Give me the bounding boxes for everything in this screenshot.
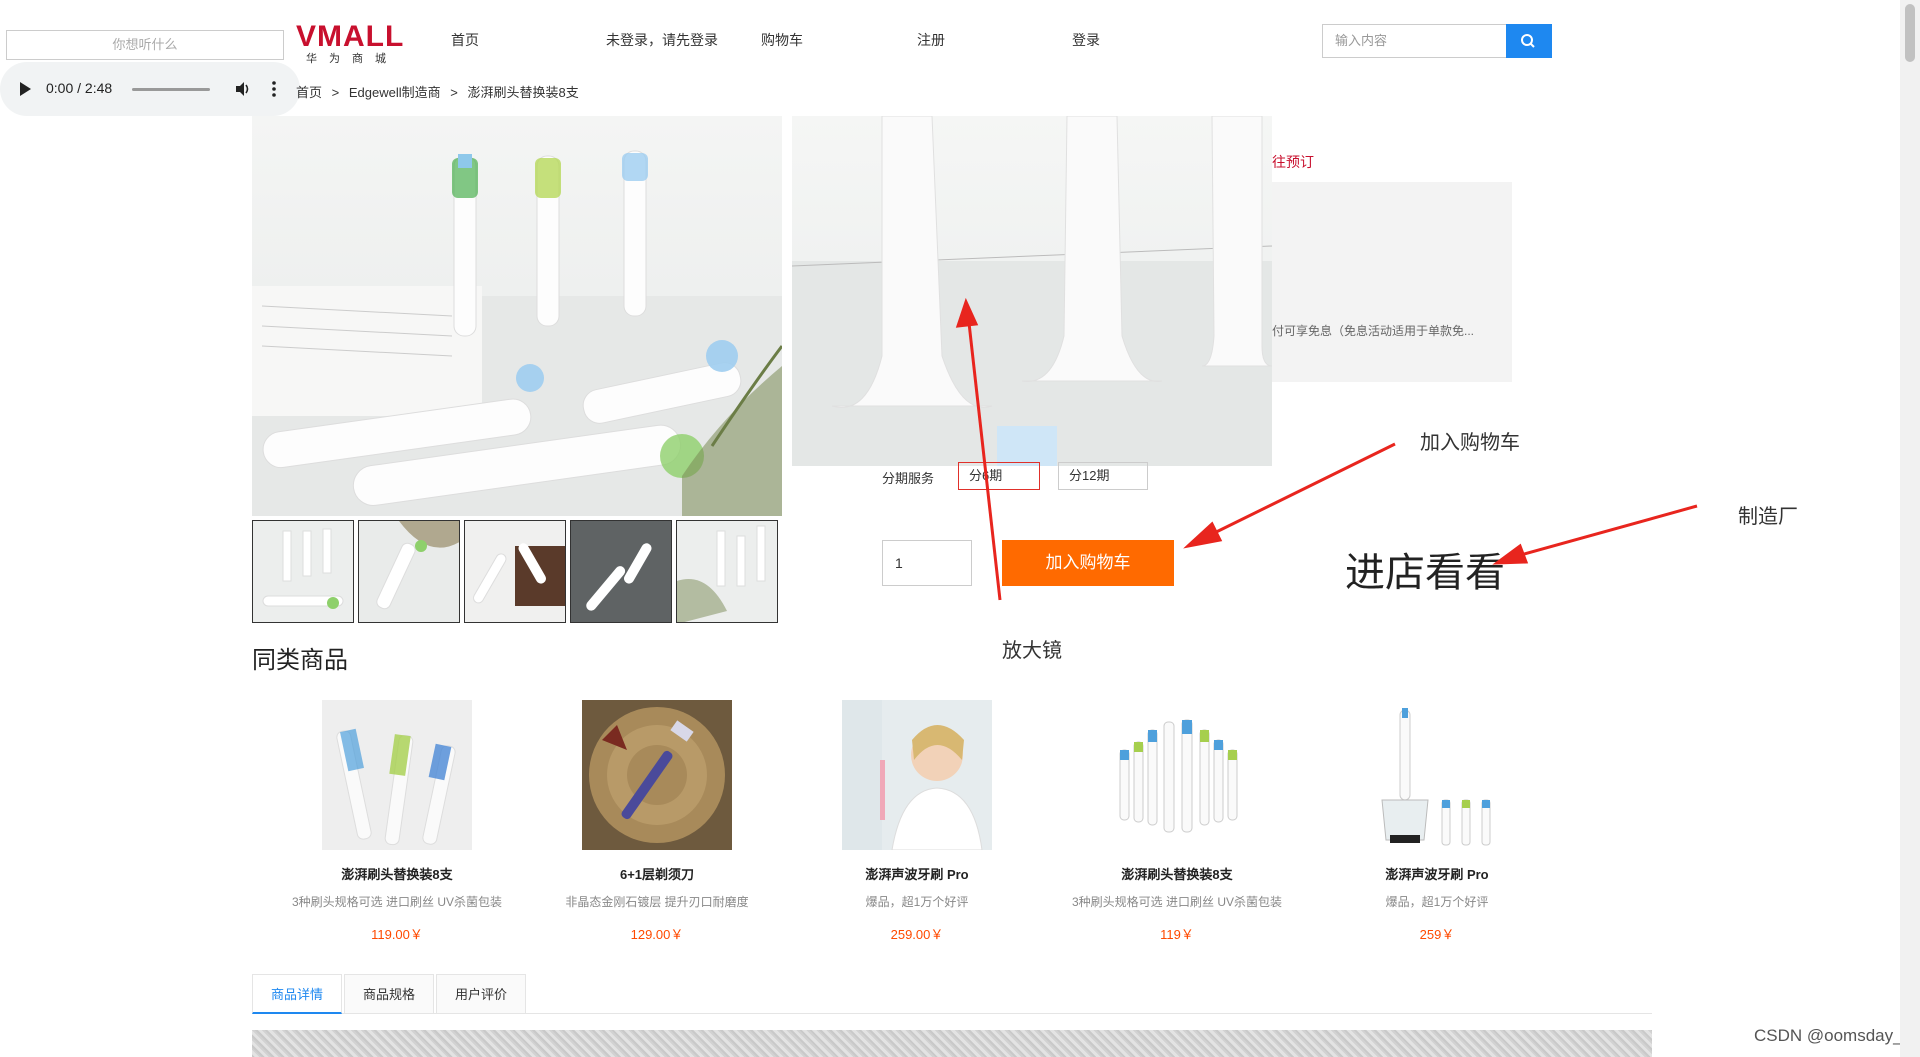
thumbnail-strip bbox=[252, 520, 782, 623]
annotation-magnifier: 放大镜 bbox=[1002, 640, 1062, 662]
breadcrumb-sep: > bbox=[331, 85, 340, 100]
breadcrumb-manufacturer[interactable]: Edgewell制造商 bbox=[349, 85, 441, 100]
nav-login[interactable]: 登录 bbox=[1072, 30, 1100, 50]
breadcrumb: 首页 > Edgewell制造商 > 澎湃刷头替换装8支 bbox=[296, 82, 585, 101]
toothbrush-heads-photo bbox=[252, 150, 782, 516]
product-price: 119.00￥ bbox=[371, 927, 423, 942]
tab-specs[interactable]: 商品规格 bbox=[344, 974, 434, 1014]
site-search-input[interactable]: 输入内容 bbox=[1323, 25, 1506, 57]
annotation-add-cart: 加入购物车 bbox=[1420, 432, 1520, 454]
page-scrollbar[interactable] bbox=[1900, 0, 1920, 1057]
detail-image-top bbox=[252, 1030, 1652, 1057]
product-name[interactable]: 澎湃声波牙刷 Pro bbox=[797, 864, 1037, 883]
breadcrumb-home[interactable]: 首页 bbox=[296, 85, 322, 100]
music-search-input[interactable]: 你想听什么 bbox=[6, 30, 284, 60]
thumbnail-3[interactable] bbox=[464, 520, 566, 623]
product-name[interactable]: 6+1层剃须刀 bbox=[537, 864, 777, 883]
site-search-button[interactable] bbox=[1506, 24, 1552, 58]
product-desc: 爆品，超1万个好评 bbox=[1385, 895, 1489, 909]
scrollbar-thumb[interactable] bbox=[1905, 4, 1915, 62]
thumbnail-4[interactable] bbox=[570, 520, 672, 623]
nav-cart[interactable]: 购物车 bbox=[761, 30, 803, 50]
product-price: 119￥ bbox=[1160, 927, 1194, 942]
magnifier-preview bbox=[792, 116, 1272, 466]
thumbnail-2[interactable] bbox=[358, 520, 460, 623]
promo-text: 付可享免息（免息活动适用于单款免... bbox=[1272, 324, 1475, 338]
product-desc: 爆品，超1万个好评 bbox=[865, 895, 969, 909]
product-name[interactable]: 澎湃声波牙刷 Pro bbox=[1317, 864, 1557, 883]
logo-sub-text: 华为商城 bbox=[306, 53, 398, 65]
quantity-input[interactable]: 1 bbox=[882, 540, 972, 586]
installment-6[interactable]: 分6期 bbox=[958, 462, 1040, 490]
product-image[interactable] bbox=[1102, 700, 1252, 850]
installment-12[interactable]: 分12期 bbox=[1058, 462, 1148, 490]
product-price: 259￥ bbox=[1419, 927, 1455, 942]
magnified-photo bbox=[792, 116, 1272, 466]
similar-products-list: 澎湃刷头替换装8支 3种刷头规格可选 进口刷丝 UV杀菌包装 119.00￥ 6… bbox=[252, 700, 1552, 950]
preorder-link[interactable]: 往预订 bbox=[1272, 152, 1314, 172]
nav-register[interactable]: 注册 bbox=[917, 30, 945, 50]
tab-details[interactable]: 商品详情 bbox=[252, 974, 342, 1014]
play-icon[interactable] bbox=[20, 82, 31, 96]
product-card[interactable]: 澎湃声波牙刷 Pro 爆品，超1万个好评 259￥ bbox=[1317, 700, 1557, 943]
product-card[interactable]: 澎湃刷头替换装8支 3种刷头规格可选 进口刷丝 UV杀菌包装 119￥ bbox=[1057, 700, 1297, 943]
vmall-logo[interactable]: VMALL 华为商城 bbox=[296, 20, 406, 66]
add-to-cart-button[interactable]: 加入购物车 bbox=[1002, 540, 1174, 586]
watermark: CSDN @oomsday_ bbox=[1754, 1026, 1903, 1045]
breadcrumb-sep: > bbox=[450, 85, 458, 100]
product-card[interactable]: 6+1层剃须刀 非晶态金刚石镀层 提升刃口耐磨度 129.00￥ bbox=[537, 700, 777, 943]
visit-store-link[interactable]: 进店看看 bbox=[1345, 540, 1505, 598]
logo-main-text: VMALL bbox=[296, 20, 405, 53]
annotation-factory: 制造厂 bbox=[1738, 506, 1798, 528]
product-price: 259.00￥ bbox=[890, 927, 944, 942]
product-card[interactable]: 澎湃声波牙刷 Pro 爆品，超1万个好评 259.00￥ bbox=[797, 700, 1037, 943]
thumbnail-1[interactable] bbox=[252, 520, 354, 623]
product-image[interactable] bbox=[842, 700, 992, 850]
installment-label: 分期服务 bbox=[882, 471, 935, 486]
product-image[interactable] bbox=[322, 700, 472, 850]
product-desc: 3种刷头规格可选 进口刷丝 UV杀菌包装 bbox=[291, 895, 502, 909]
nav-login-status[interactable]: 未登录，请先登录 bbox=[606, 30, 718, 50]
similar-products-title: 同类商品 bbox=[252, 647, 348, 674]
breadcrumb-product: 澎湃刷头替换装8支 bbox=[467, 85, 579, 100]
search-icon bbox=[1521, 34, 1535, 48]
volume-icon[interactable] bbox=[234, 80, 252, 98]
product-main-image[interactable] bbox=[252, 116, 782, 516]
product-price: 129.00￥ bbox=[630, 927, 684, 942]
product-name[interactable]: 澎湃刷头替换装8支 bbox=[277, 864, 517, 883]
product-card[interactable]: 澎湃刷头替换装8支 3种刷头规格可选 进口刷丝 UV杀菌包装 119.00￥ bbox=[277, 700, 517, 943]
nav-home[interactable]: 首页 bbox=[451, 30, 479, 50]
site-search: 输入内容 bbox=[1322, 24, 1552, 58]
product-image[interactable] bbox=[1362, 700, 1512, 850]
product-name[interactable]: 澎湃刷头替换装8支 bbox=[1057, 864, 1297, 883]
promo-panel: 付可享免息（免息活动适用于单款免... bbox=[1272, 182, 1512, 382]
product-image[interactable] bbox=[582, 700, 732, 850]
audio-progress[interactable] bbox=[132, 88, 210, 91]
product-desc: 非晶态金刚石镀层 提升刃口耐磨度 bbox=[565, 895, 749, 909]
thumbnail-5[interactable] bbox=[676, 520, 778, 623]
tab-reviews[interactable]: 用户评价 bbox=[436, 974, 526, 1014]
audio-player: 0:00 / 2:48 bbox=[0, 62, 300, 116]
more-options-icon[interactable] bbox=[272, 80, 276, 98]
product-desc: 3种刷头规格可选 进口刷丝 UV杀菌包装 bbox=[1071, 895, 1282, 909]
audio-time: 0:00 / 2:48 bbox=[46, 80, 113, 96]
